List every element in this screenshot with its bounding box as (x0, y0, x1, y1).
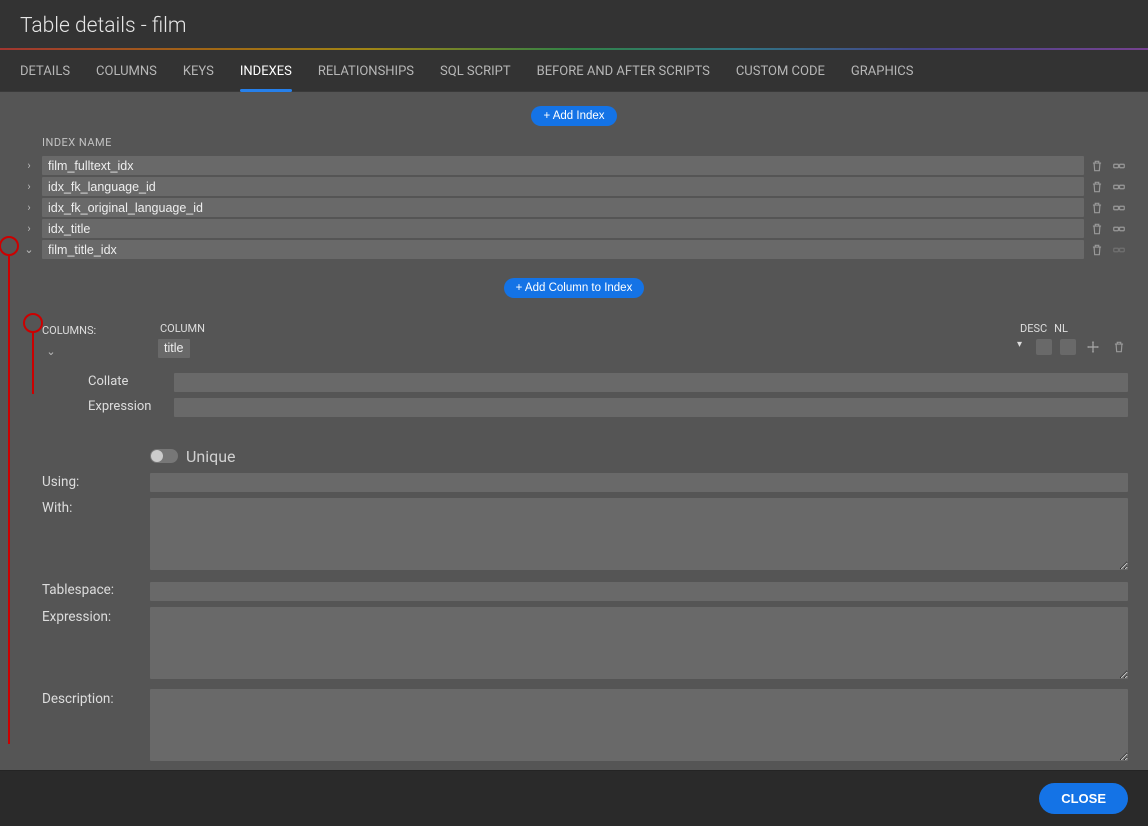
delete-index-icon[interactable] (1088, 241, 1106, 259)
index-name-input[interactable] (42, 198, 1084, 217)
collate-input[interactable] (174, 373, 1128, 392)
add-column-button[interactable]: + Add Column to Index (504, 278, 645, 298)
close-button[interactable]: CLOSE (1039, 783, 1128, 814)
index-row: › (20, 218, 1128, 239)
description-input[interactable] (150, 689, 1128, 761)
collate-label: Collate (88, 374, 174, 389)
index-name-header: INDEX NAME (20, 130, 1128, 155)
callout-circle-1 (0, 236, 19, 256)
unique-toggle[interactable] (150, 449, 178, 463)
tab-columns[interactable]: COLUMNS (96, 50, 157, 91)
column-header-nl: NL (1050, 322, 1072, 335)
with-input[interactable] (150, 498, 1128, 570)
chevron-right-icon[interactable]: › (20, 201, 38, 214)
tab-before-after[interactable]: BEFORE AND AFTER SCRIPTS (537, 50, 710, 91)
link-index-icon[interactable] (1110, 178, 1128, 196)
unique-label: Unique (186, 447, 236, 466)
tab-relationships[interactable]: RELATIONSHIPS (318, 50, 414, 91)
index-row: › (20, 176, 1128, 197)
desc-checkbox[interactable] (1036, 339, 1052, 355)
index-column-select[interactable]: title (158, 339, 190, 358)
index-row: ⌄ (20, 239, 1128, 260)
delete-index-icon[interactable] (1088, 157, 1106, 175)
tab-graphics[interactable]: GRAPHICS (851, 50, 914, 91)
link-index-icon[interactable] (1110, 157, 1128, 175)
expression-input[interactable] (150, 607, 1128, 679)
tablespace-input[interactable] (150, 582, 1128, 601)
link-index-icon[interactable] (1110, 199, 1128, 217)
callout-line-1 (8, 254, 10, 744)
delete-index-icon[interactable] (1088, 220, 1106, 238)
column-header-desc: DESC (1020, 322, 1042, 335)
column-expand-chevron[interactable]: ⌄ (42, 345, 60, 358)
tab-bar: DETAILS COLUMNS KEYS INDEXES RELATIONSHI… (0, 50, 1148, 92)
delete-index-icon[interactable] (1088, 178, 1106, 196)
column-header-column: COLUMN (158, 322, 1012, 335)
detail-expression-label: Expression (88, 399, 174, 414)
add-index-button[interactable]: + Add Index (531, 106, 616, 126)
description-label: Description: (42, 689, 146, 707)
delete-index-icon[interactable] (1088, 199, 1106, 217)
index-name-input[interactable] (42, 156, 1084, 175)
index-name-input[interactable] (42, 177, 1084, 196)
index-name-input[interactable] (42, 219, 1084, 238)
chevron-right-icon[interactable]: › (20, 222, 38, 235)
tab-sql-script[interactable]: SQL SCRIPT (440, 50, 511, 91)
nl-checkbox[interactable] (1060, 339, 1076, 355)
using-input[interactable] (150, 473, 1128, 492)
dialog-title: Table details - film (0, 0, 1148, 48)
tablespace-label: Tablespace: (42, 580, 146, 598)
expression-label: Expression: (42, 607, 146, 625)
using-label: Using: (42, 472, 146, 490)
tab-indexes[interactable]: INDEXES (240, 50, 292, 91)
tab-custom-code[interactable]: CUSTOM CODE (736, 50, 825, 91)
index-name-input[interactable] (42, 240, 1084, 259)
delete-column-icon[interactable] (1110, 338, 1128, 356)
index-row: › (20, 197, 1128, 218)
detail-expression-input[interactable] (174, 398, 1128, 417)
chevron-right-icon[interactable]: › (20, 159, 38, 172)
chevron-right-icon[interactable]: › (20, 180, 38, 193)
tab-keys[interactable]: KEYS (183, 50, 214, 91)
link-index-icon[interactable] (1110, 220, 1128, 238)
columns-label: COLUMNS: (42, 324, 124, 337)
index-row: › (20, 155, 1128, 176)
drag-handle-icon[interactable] (1084, 338, 1102, 356)
link-index-icon (1110, 241, 1128, 259)
tab-details[interactable]: DETAILS (20, 50, 70, 91)
chevron-down-icon[interactable]: ⌄ (20, 243, 38, 256)
with-label: With: (42, 498, 146, 516)
